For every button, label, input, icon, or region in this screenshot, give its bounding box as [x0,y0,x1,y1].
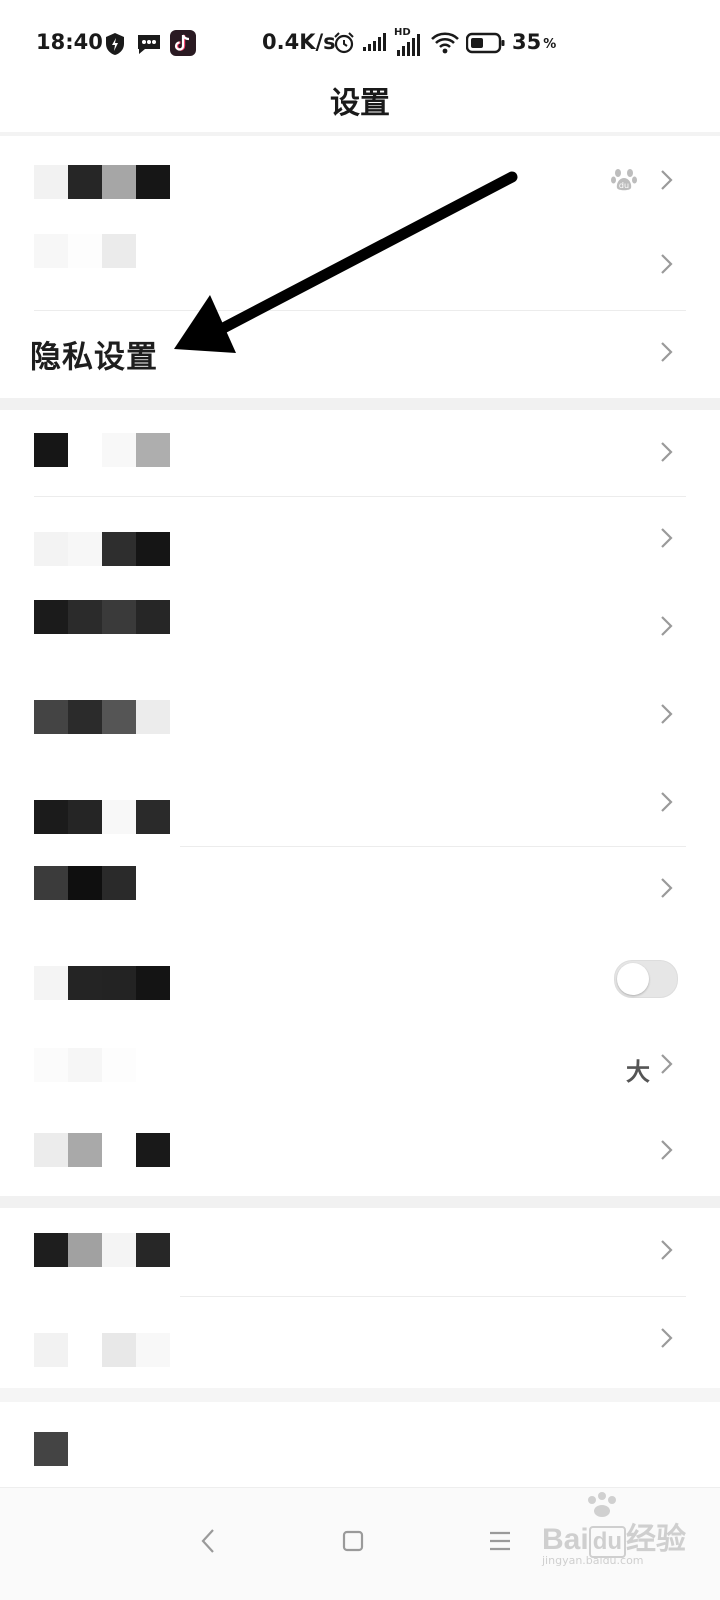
redacted-label [34,1233,170,1267]
battery-level: 35 % [512,30,556,54]
watermark-brand: Bai du 经验 [542,1514,686,1558]
settings-row-10[interactable] [0,934,720,1022]
chevron-right-icon [660,703,674,729]
settings-row-15[interactable] [0,1404,720,1492]
watermark-brand-suffix: 经验 [626,1523,687,1556]
redacted-label [34,1133,170,1167]
redacted-label [34,1333,170,1367]
alarm-icon [332,31,356,55]
message-icon [136,32,162,56]
redacted-label [34,433,170,467]
settings-row-4[interactable] [0,410,720,498]
redacted-label [34,966,170,1000]
chevron-right-icon [660,1139,674,1165]
shield-bolt-icon [104,32,126,56]
hd-signal-icon: HD [394,27,422,57]
redacted-label [34,600,170,634]
wifi-icon [430,31,460,55]
settings-row-7[interactable] [0,672,720,760]
status-time: 18:40 [36,30,103,54]
toggle-knob [617,963,649,995]
annotation-arrow [174,171,518,353]
svg-text:du: du [619,181,629,190]
redacted-label [34,234,170,268]
settings-row-5[interactable] [0,496,720,584]
chevron-right-icon [660,615,674,641]
recents-icon[interactable] [488,1530,512,1556]
header-divider [0,132,720,136]
chevron-right-icon [660,253,674,279]
hd-badge: HD [394,27,411,38]
redacted-label [34,1048,170,1082]
redacted-label [34,700,170,734]
settings-row-9[interactable] [0,846,720,934]
section-divider [0,1196,720,1208]
home-icon[interactable] [342,1530,364,1556]
settings-row-6[interactable] [0,584,720,672]
settings-row-13[interactable] [0,1208,720,1296]
watermark-brand-text: Bai [542,1523,589,1556]
redacted-label [34,866,170,900]
chevron-right-icon [660,527,674,553]
back-icon[interactable] [200,1528,216,1558]
settings-row-8[interactable] [0,760,720,848]
font-size-value: 大 [626,1058,650,1086]
redacted-label [34,800,170,834]
redacted-label [34,165,170,199]
page-title: 设置 [330,86,390,121]
settings-row-12[interactable] [0,1108,720,1196]
settings-row-11[interactable]: 大 [0,1022,720,1110]
chevron-right-icon [660,1053,674,1079]
battery-unit: % [543,36,557,52]
chevron-right-icon [660,877,674,903]
signal-icon [362,32,388,52]
settings-row-14[interactable] [0,1296,720,1384]
tiktok-icon [170,30,196,56]
chevron-right-icon [660,1239,674,1265]
net-speed: 0.4K/s [262,30,336,54]
privacy-settings-label: 隐私设置 [30,339,158,376]
status-bar: 18:40 0.4K/s HD 35 % [0,0,720,88]
chevron-right-icon [660,791,674,817]
chevron-right-icon [660,341,674,367]
watermark-url: jingyan.baidu.com [542,1554,644,1567]
redacted-label [34,532,170,566]
toggle-switch[interactable] [614,960,678,998]
redacted-label [34,1432,68,1466]
section-divider [0,1388,720,1402]
paw-icon: du [610,165,638,197]
battery-icon [466,32,506,54]
chevron-right-icon [660,169,674,195]
chevron-right-icon [660,1327,674,1353]
chevron-right-icon [660,441,674,467]
battery-percent: 35 [512,30,542,54]
section-divider [0,398,720,410]
